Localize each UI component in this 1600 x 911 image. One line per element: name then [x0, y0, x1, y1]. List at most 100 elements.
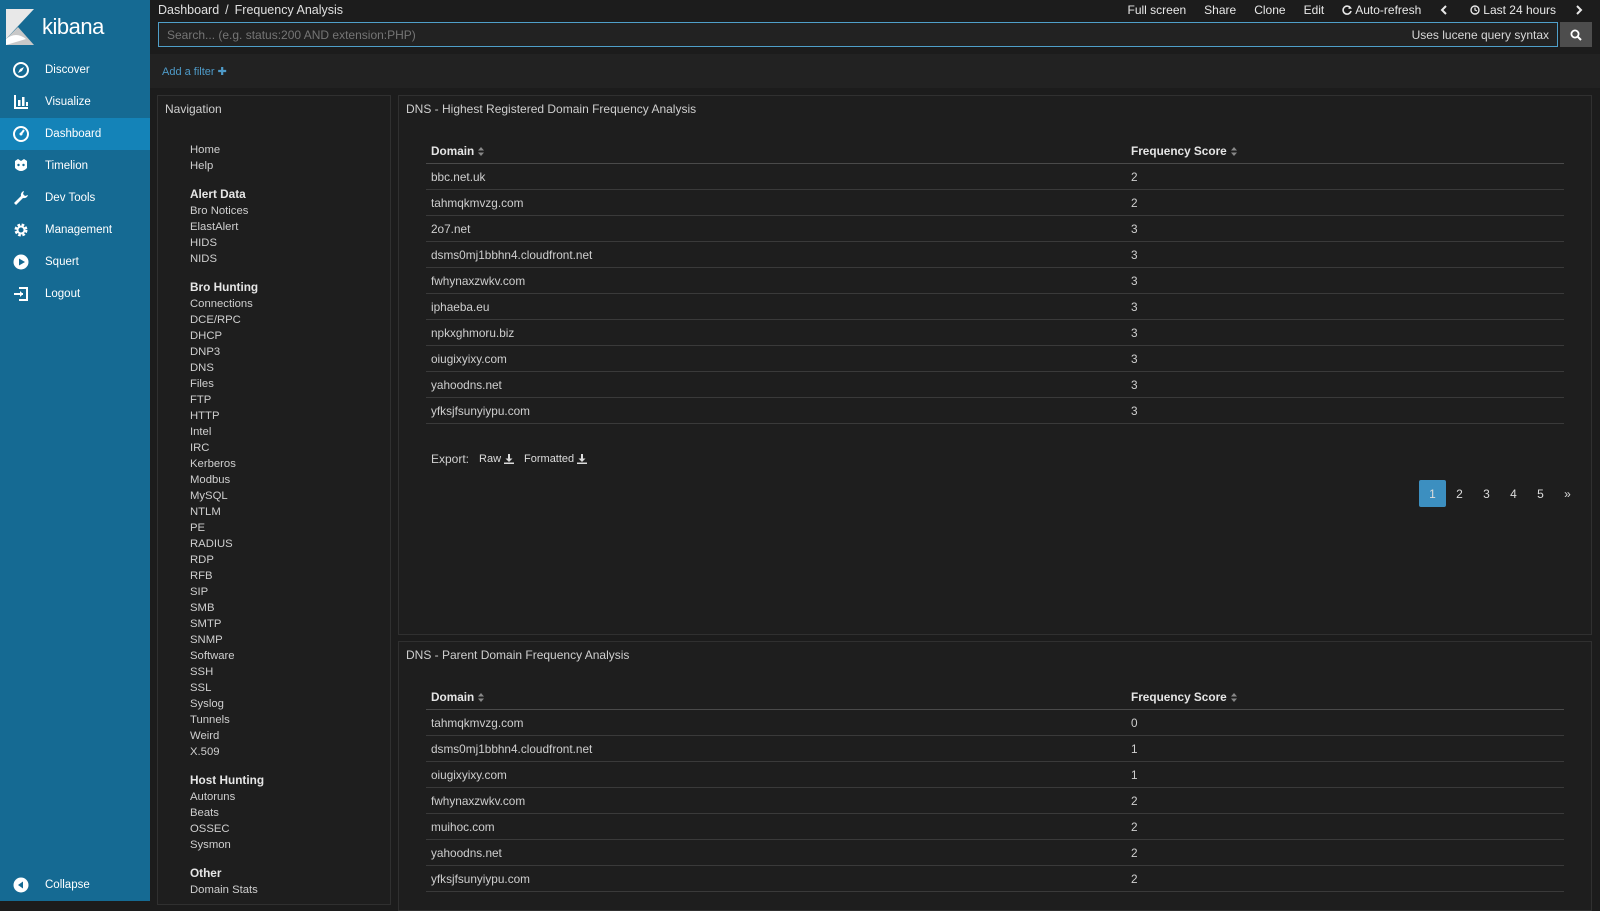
nav-link[interactable]: RDP [190, 552, 264, 568]
nav-link[interactable]: SSL [190, 680, 264, 696]
nav-link[interactable]: Software [190, 648, 264, 664]
domain-cell[interactable]: tahmqkmvzg.com [426, 716, 1126, 730]
sidebar-item-timelion[interactable]: Timelion [0, 150, 150, 182]
add-filter-label: Add a filter [162, 66, 215, 78]
lucene-syntax-hint[interactable]: Uses lucene query syntax [1412, 28, 1549, 42]
domain-cell[interactable]: fwhynaxzwkv.com [426, 274, 1126, 288]
export-formatted-button[interactable]: Formatted [524, 453, 587, 465]
nav-link[interactable]: Autoruns [190, 789, 264, 805]
pagination-page-button[interactable]: 3 [1473, 480, 1500, 507]
nav-link[interactable]: NIDS [190, 251, 264, 267]
nav-link[interactable]: IRC [190, 440, 264, 456]
domain-cell[interactable]: tahmqkmvzg.com [426, 196, 1126, 210]
pagination-page-button[interactable]: 5 [1527, 480, 1554, 507]
sidebar-item-dev-tools[interactable]: Dev Tools [0, 182, 150, 214]
domain-cell[interactable]: 2o7.net [426, 222, 1126, 236]
domain-cell[interactable]: dsms0mj1bbhn4.cloudfront.net [426, 248, 1126, 262]
domain-cell[interactable]: npkxghmoru.biz [426, 326, 1126, 340]
nav-link[interactable]: NTLM [190, 504, 264, 520]
clone-button[interactable]: Clone [1245, 3, 1294, 17]
nav-link[interactable]: Weird [190, 728, 264, 744]
domain-cell[interactable]: bbc.net.uk [426, 170, 1126, 184]
pagination-page-button[interactable]: 1 [1419, 480, 1446, 507]
domain-cell[interactable]: yfksjfsunyiypu.com [426, 872, 1126, 886]
nav-link[interactable]: SSH [190, 664, 264, 680]
column-header-domain[interactable]: Domain [426, 690, 1126, 704]
nav-link[interactable]: HTTP [190, 408, 264, 424]
search-button[interactable] [1560, 22, 1592, 47]
domain-cell[interactable]: iphaeba.eu [426, 300, 1126, 314]
nav-link[interactable]: Domain Stats [190, 882, 264, 898]
nav-link[interactable]: RADIUS [190, 536, 264, 552]
search-input[interactable] [167, 28, 1412, 42]
table-row: muihoc.com2 [426, 814, 1564, 840]
nav-link[interactable]: SMTP [190, 616, 264, 632]
pagination-page-button[interactable]: 4 [1500, 480, 1527, 507]
nav-link[interactable]: Connections [190, 296, 264, 312]
nav-link[interactable]: ElastAlert [190, 219, 264, 235]
nav-link[interactable]: Sysmon [190, 837, 264, 853]
nav-link[interactable]: Intel [190, 424, 264, 440]
share-button[interactable]: Share [1195, 3, 1245, 17]
nav-link[interactable]: SNMP [190, 632, 264, 648]
pagination-next-button[interactable]: » [1554, 480, 1581, 507]
column-header-frequency-score[interactable]: Frequency Score [1126, 690, 1564, 704]
nav-link[interactable]: DNP3 [190, 344, 264, 360]
domain-cell[interactable]: yahoodns.net [426, 378, 1126, 392]
time-picker-button[interactable]: Last 24 hours [1461, 3, 1565, 17]
time-forward-button[interactable] [1565, 5, 1596, 15]
auto-refresh-button[interactable]: Auto-refresh [1333, 3, 1430, 17]
sidebar-item-dashboard[interactable]: Dashboard [0, 118, 150, 150]
nav-link[interactable]: OSSEC [190, 821, 264, 837]
nav-link[interactable]: Tunnels [190, 712, 264, 728]
domain-cell[interactable]: dsms0mj1bbhn4.cloudfront.net [426, 742, 1126, 756]
nav-link[interactable]: HIDS [190, 235, 264, 251]
export-raw-button[interactable]: Raw [479, 453, 514, 465]
kibana-logo[interactable]: kibana [0, 0, 150, 54]
domain-cell[interactable]: yahoodns.net [426, 846, 1126, 860]
column-header-domain[interactable]: Domain [426, 144, 1126, 158]
add-filter-button[interactable]: Add a filter ✚ [162, 65, 227, 78]
nav-group-header: Other [190, 865, 264, 882]
nav-link[interactable]: DHCP [190, 328, 264, 344]
nav-link[interactable]: PE [190, 520, 264, 536]
frequency-score-cell: 2 [1126, 196, 1564, 210]
nav-link[interactable]: Bro Notices [190, 203, 264, 219]
sidebar-item-squert[interactable]: Squert [0, 246, 150, 278]
data-table: Domain Frequency Score bbc.net.uk2tahmqk… [426, 138, 1564, 424]
frequency-score-cell: 3 [1126, 352, 1564, 366]
pagination-page-button[interactable]: 2 [1446, 480, 1473, 507]
nav-link[interactable]: Syslog [190, 696, 264, 712]
column-header-frequency-score[interactable]: Frequency Score [1126, 144, 1564, 158]
domain-cell[interactable]: oiugixyixy.com [426, 768, 1126, 782]
nav-link[interactable]: Files [190, 376, 264, 392]
nav-link[interactable]: Beats [190, 805, 264, 821]
nav-link[interactable]: SMB [190, 600, 264, 616]
nav-link[interactable]: Help [190, 158, 264, 174]
nav-link[interactable]: DCE/RPC [190, 312, 264, 328]
nav-link[interactable]: Modbus [190, 472, 264, 488]
full-screen-button[interactable]: Full screen [1118, 3, 1195, 17]
nav-link[interactable]: SIP [190, 584, 264, 600]
nav-link[interactable]: Kerberos [190, 456, 264, 472]
sidebar-collapse-button[interactable]: Collapse [0, 869, 150, 901]
nav-link[interactable]: DNS [190, 360, 264, 376]
breadcrumb-root[interactable]: Dashboard [158, 3, 219, 17]
nav-link[interactable]: MySQL [190, 488, 264, 504]
sidebar-item-visualize[interactable]: Visualize [0, 86, 150, 118]
sidebar-item-management[interactable]: Management [0, 214, 150, 246]
nav-link[interactable]: FTP [190, 392, 264, 408]
frequency-score-cell: 3 [1126, 300, 1564, 314]
time-back-button[interactable] [1430, 5, 1461, 15]
nav-link[interactable]: RFB [190, 568, 264, 584]
domain-cell[interactable]: fwhynaxzwkv.com [426, 794, 1126, 808]
sidebar-item-discover[interactable]: Discover [0, 54, 150, 86]
domain-cell[interactable]: muihoc.com [426, 820, 1126, 834]
sidebar-item-logout[interactable]: Logout [0, 278, 150, 310]
domain-cell[interactable]: yfksjfsunyiypu.com [426, 404, 1126, 418]
domain-cell[interactable]: oiugixyixy.com [426, 352, 1126, 366]
nav-link[interactable]: Home [190, 142, 264, 158]
chevron-right-icon [1574, 5, 1584, 15]
nav-link[interactable]: X.509 [190, 744, 264, 760]
edit-button[interactable]: Edit [1295, 3, 1334, 17]
